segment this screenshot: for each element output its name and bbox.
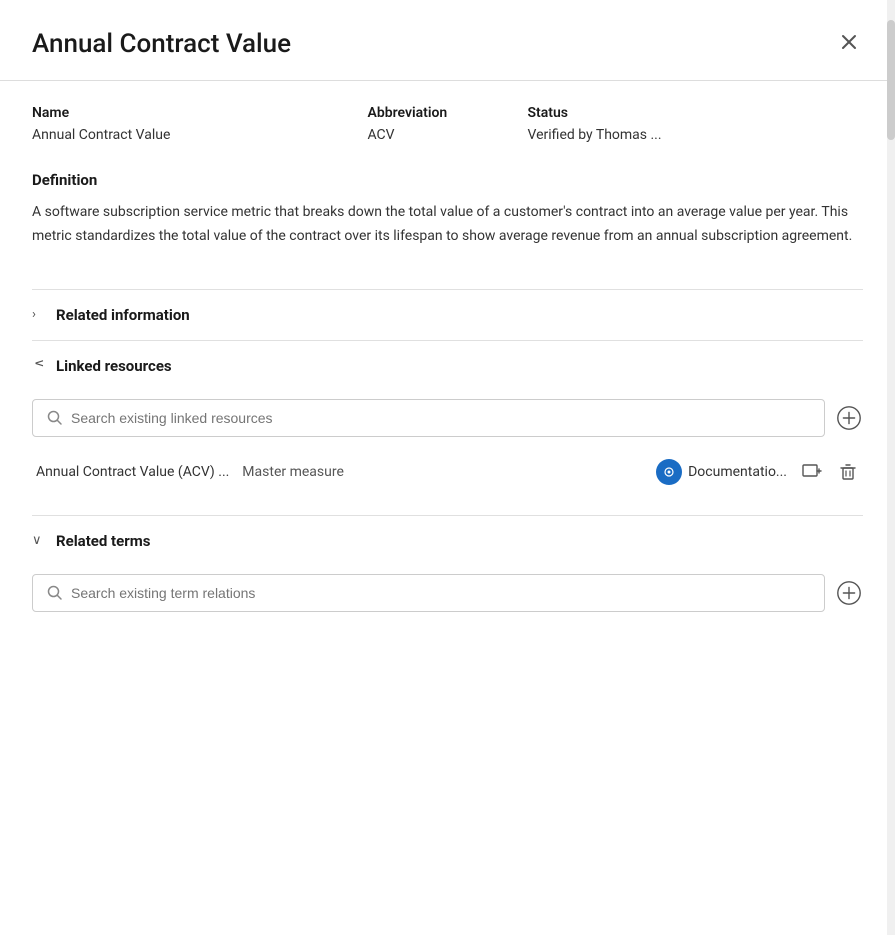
add-circle-icon <box>835 404 863 432</box>
trash-icon <box>837 461 859 483</box>
definition-label: Definition <box>32 171 863 189</box>
related-terms-title: Related terms <box>56 532 150 550</box>
linked-resources-body: Annual Contract Value (ACV) ... Master m… <box>32 391 863 515</box>
related-terms-search-row <box>32 574 863 612</box>
name-value: Annual Contract Value <box>32 127 368 143</box>
window-add-button[interactable] <box>801 461 823 483</box>
related-terms-search-input[interactable] <box>71 585 810 601</box>
linked-item-name: Annual Contract Value (ACV) ... <box>36 464 229 480</box>
field-name: Name Annual Contract Value <box>32 105 368 143</box>
panel: Annual Contract Value Name Annual Contra… <box>0 0 895 935</box>
related-terms-search-box[interactable] <box>32 574 825 612</box>
linked-item-left: Annual Contract Value (ACV) ... Master m… <box>36 464 344 480</box>
status-value: Verified by Thomas ... <box>528 127 864 143</box>
linked-resources-title: Linked resources <box>56 357 172 375</box>
main-content: Name Annual Contract Value Abbreviation … <box>0 105 895 644</box>
close-button[interactable] <box>835 28 863 60</box>
window-add-icon <box>801 461 823 483</box>
field-abbreviation: Abbreviation ACV <box>368 105 528 143</box>
related-terms-header[interactable]: ∨ Related terms <box>32 515 863 566</box>
linked-resources-search-box[interactable] <box>32 399 825 437</box>
documentation-badge[interactable]: Documentatio... <box>656 459 787 485</box>
document-icon <box>662 465 676 479</box>
linked-item-row: Annual Contract Value (ACV) ... Master m… <box>32 449 863 495</box>
panel-header: Annual Contract Value <box>0 0 895 80</box>
close-icon <box>839 32 859 52</box>
linked-item-type: Master measure <box>235 464 344 480</box>
related-terms-add-button[interactable] <box>835 579 863 607</box>
field-status: Status Verified by Thomas ... <box>528 105 864 143</box>
linked-resources-header[interactable]: ∨ Linked resources <box>32 340 863 391</box>
search-icon-terms <box>47 585 63 601</box>
related-information-chevron: › <box>32 307 46 322</box>
abbreviation-value: ACV <box>368 127 528 143</box>
add-circle-icon-terms <box>835 579 863 607</box>
linked-resources-section: ∨ Linked resources <box>32 340 863 515</box>
linked-item-right: Documentatio... <box>656 459 859 485</box>
related-information-header[interactable]: › Related information <box>32 289 863 340</box>
linked-resources-chevron: ∨ <box>32 359 47 373</box>
related-terms-body <box>32 566 863 644</box>
header-divider <box>0 80 895 81</box>
doc-label: Documentatio... <box>688 464 787 480</box>
linked-resources-search-input[interactable] <box>71 410 810 426</box>
definition-section: Definition A software subscription servi… <box>32 171 863 249</box>
scrollbar-thumb[interactable] <box>887 20 895 140</box>
panel-title: Annual Contract Value <box>32 29 291 59</box>
search-icon <box>47 410 63 426</box>
name-label: Name <box>32 105 368 121</box>
status-label: Status <box>528 105 864 121</box>
abbreviation-label: Abbreviation <box>368 105 528 121</box>
delete-button[interactable] <box>837 461 859 483</box>
fields-row: Name Annual Contract Value Abbreviation … <box>32 105 863 143</box>
related-terms-chevron: ∨ <box>32 533 46 548</box>
doc-icon <box>656 459 682 485</box>
definition-text: A software subscription service metric t… <box>32 201 863 249</box>
related-information-title: Related information <box>56 306 190 324</box>
linked-resources-add-button[interactable] <box>835 404 863 432</box>
related-terms-section: ∨ Related terms <box>32 515 863 644</box>
related-information-section: › Related information <box>32 289 863 340</box>
scrollbar-track[interactable] <box>887 0 895 935</box>
linked-resources-search-row <box>32 399 863 437</box>
